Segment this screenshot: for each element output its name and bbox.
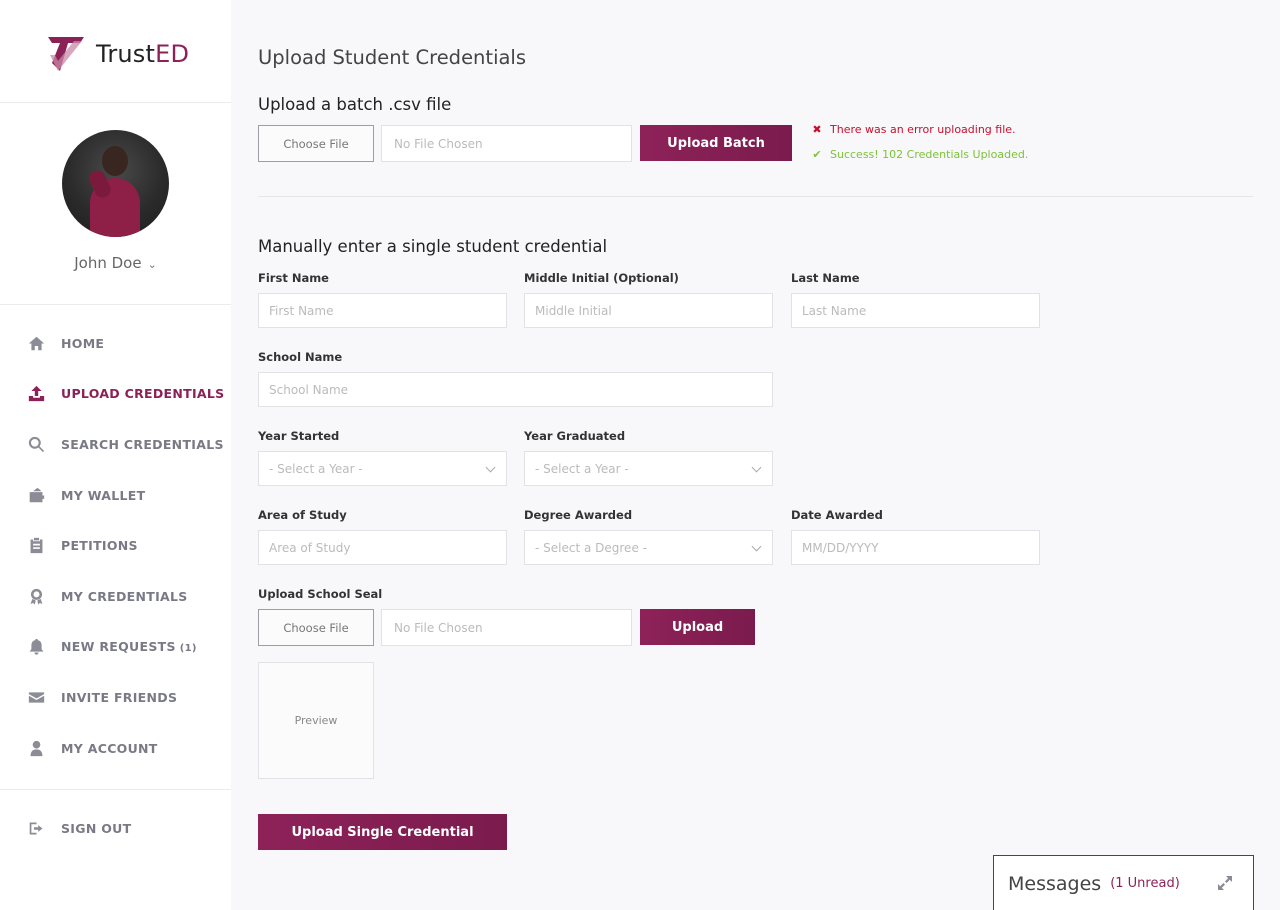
school-name-label: School Name <box>258 350 343 364</box>
degree-awarded-label: Degree Awarded <box>524 508 633 522</box>
middle-initial-field[interactable]: Middle Initial <box>524 293 773 328</box>
sidebar-item-my-credentials[interactable]: MY CREDENTIALS <box>0 571 231 622</box>
home-icon <box>27 334 45 352</box>
sidebar-item-petitions[interactable]: PETITIONS <box>0 520 231 571</box>
year-started-label: Year Started <box>258 429 340 443</box>
upload-icon <box>27 385 45 403</box>
search-icon <box>27 435 45 453</box>
upload-batch-button[interactable]: Upload Batch <box>640 125 792 161</box>
check-icon: ✔ <box>812 148 822 161</box>
page-title: Upload Student Credentials <box>258 46 527 69</box>
degree-awarded-select[interactable]: - Select a Degree - <box>524 530 773 565</box>
batch-file-name: No File Chosen <box>381 125 632 162</box>
batch-choose-file-button[interactable]: Choose File <box>258 125 374 162</box>
first-name-field[interactable]: First Name <box>258 293 507 328</box>
chevron-down-icon <box>485 462 496 473</box>
user-menu[interactable]: John Doe ⌄ <box>0 254 231 272</box>
sidebar-item-sign-out[interactable]: SIGN OUT <box>0 803 231 854</box>
clipboard-icon <box>27 537 45 555</box>
date-awarded-field[interactable]: MM/DD/YYYY <box>791 530 1040 565</box>
sidebar-item-my-wallet[interactable]: MY WALLET <box>0 470 231 521</box>
divider <box>0 102 231 103</box>
year-graduated-select[interactable]: - Select a Year - <box>524 451 773 486</box>
messages-title: Messages <box>1008 873 1102 895</box>
last-name-field[interactable]: Last Name <box>791 293 1040 328</box>
logo[interactable]: TrustED <box>46 33 189 75</box>
wallet-icon <box>27 486 45 504</box>
batch-section-title: Upload a batch .csv file <box>258 95 452 114</box>
date-awarded-label: Date Awarded <box>791 508 883 522</box>
seal-choose-file-button[interactable]: Choose File <box>258 609 374 646</box>
school-name-field[interactable]: School Name <box>258 372 773 407</box>
sidebar-item-upload-credentials[interactable]: UPLOAD CREDENTIALS <box>0 369 231 420</box>
user-icon <box>27 739 45 757</box>
sidebar-item-home[interactable]: HOME <box>0 318 231 369</box>
chevron-down-icon: ⌄ <box>147 258 157 271</box>
upload-seal-button[interactable]: Upload <box>640 609 755 645</box>
divider <box>0 789 231 790</box>
expand-icon[interactable] <box>1217 875 1233 891</box>
success-message: ✔ Success! 102 Credentials Uploaded. <box>810 148 1028 161</box>
manual-section-title: Manually enter a single student credenti… <box>258 237 608 256</box>
messages-panel[interactable]: Messages (1 Unread) <box>993 855 1254 910</box>
logo-icon <box>48 37 84 71</box>
school-seal-label: Upload School Seal <box>258 587 383 601</box>
user-name: John Doe <box>74 254 142 272</box>
sidebar-item-search-credentials[interactable]: SEARCH CREDENTIALS <box>0 419 231 470</box>
seal-preview: Preview <box>258 662 374 779</box>
seal-file-name: No File Chosen <box>381 609 632 646</box>
sidebar-item-invite-friends[interactable]: INVITE FRIENDS <box>0 672 231 723</box>
sign-out-icon <box>27 819 45 837</box>
divider <box>0 304 231 305</box>
chevron-down-icon <box>751 462 762 473</box>
sidebar-nav: HOME UPLOAD CREDENTIALS SEARCH CREDENTIA… <box>0 318 231 773</box>
sidebar-item-my-account[interactable]: MY ACCOUNT <box>0 723 231 774</box>
logo-text: TrustED <box>96 40 190 68</box>
section-divider <box>258 196 1253 197</box>
error-message: ✖ There was an error uploading file. <box>810 123 1015 136</box>
avatar[interactable] <box>62 130 169 237</box>
year-graduated-label: Year Graduated <box>524 429 626 443</box>
upload-single-credential-button[interactable]: Upload Single Credential <box>258 814 507 850</box>
first-name-label: First Name <box>258 271 329 285</box>
sidebar-item-new-requests[interactable]: NEW REQUESTS (1) <box>0 622 231 673</box>
new-requests-count: (1) <box>179 643 197 655</box>
envelope-icon <box>27 688 45 706</box>
area-of-study-label: Area of Study <box>258 508 347 522</box>
chevron-down-icon <box>751 541 762 552</box>
award-icon <box>27 587 45 605</box>
last-name-label: Last Name <box>791 271 860 285</box>
bell-icon <box>27 638 45 656</box>
sidebar: TrustED John Doe ⌄ HOME UPLOAD CREDENTIAL… <box>0 0 231 910</box>
error-icon: ✖ <box>812 123 822 136</box>
messages-unread-count: (1 Unread) <box>1110 876 1180 891</box>
middle-initial-label: Middle Initial (Optional) <box>524 271 679 285</box>
area-of-study-field[interactable]: Area of Study <box>258 530 507 565</box>
year-started-select[interactable]: - Select a Year - <box>258 451 507 486</box>
